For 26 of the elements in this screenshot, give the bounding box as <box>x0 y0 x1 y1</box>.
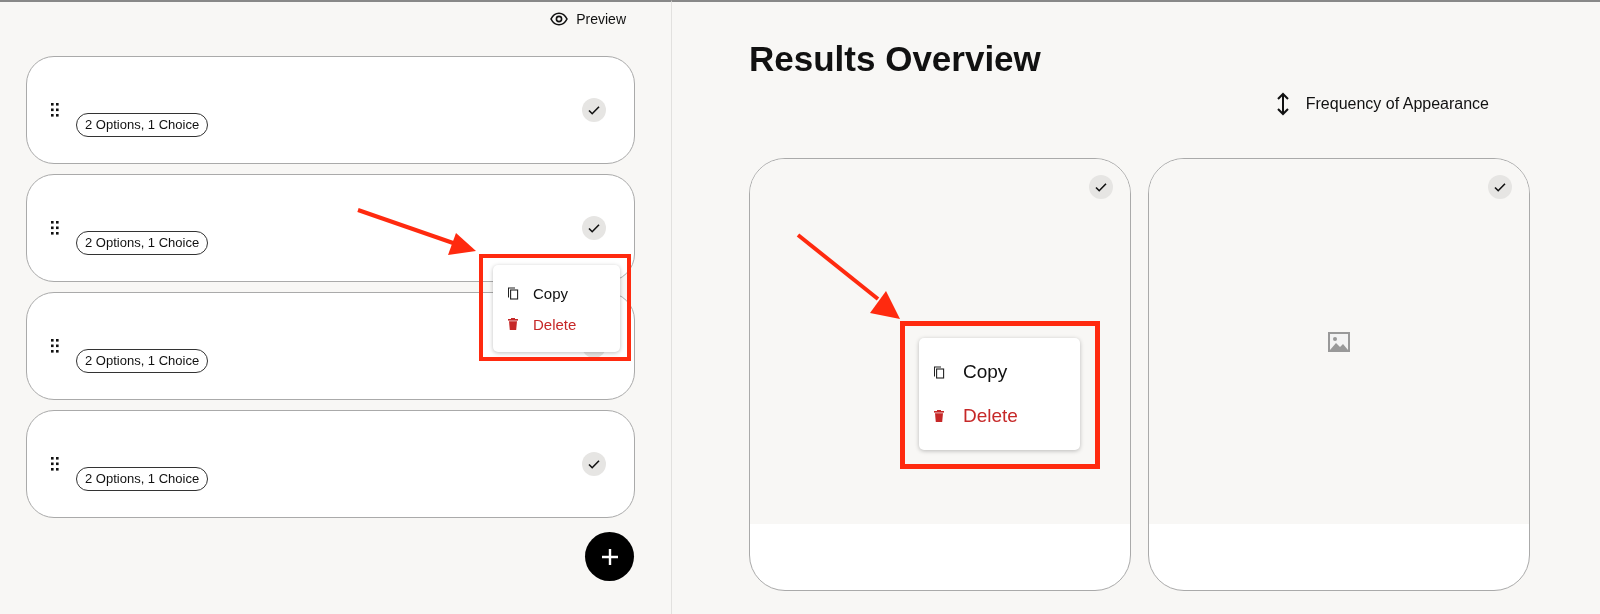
sort-button[interactable]: Frequency of Appearance <box>1275 92 1489 116</box>
sort-icon <box>1275 92 1290 116</box>
drag-handle-icon[interactable] <box>51 339 59 353</box>
copy-menu-item[interactable]: Copy <box>963 361 1008 383</box>
copy-icon <box>507 286 519 300</box>
preview-button[interactable]: Preview <box>550 8 626 30</box>
check-icon[interactable] <box>582 216 606 240</box>
question-card[interactable]: 2 Options, 1 Choice <box>26 410 635 518</box>
check-icon[interactable] <box>582 98 606 122</box>
check-icon[interactable] <box>1488 175 1512 199</box>
check-icon[interactable] <box>582 452 606 476</box>
eye-icon <box>550 12 569 26</box>
question-card[interactable]: 2 Options, 1 Choice <box>26 174 635 282</box>
trash-icon <box>508 318 518 330</box>
drag-handle-icon[interactable] <box>51 221 59 235</box>
question-card[interactable]: 2 Options, 1 Choice <box>26 56 635 164</box>
page-title: Results Overview <box>749 38 1041 80</box>
delete-menu-item[interactable]: Delete <box>533 315 577 333</box>
drag-handle-icon[interactable] <box>51 103 59 117</box>
plus-icon <box>599 546 620 567</box>
trash-icon <box>934 410 944 422</box>
check-icon[interactable] <box>1089 175 1113 199</box>
copy-icon <box>933 365 945 379</box>
delete-menu-item[interactable]: Delete <box>963 405 1018 427</box>
add-button[interactable] <box>585 532 634 581</box>
drag-handle-icon[interactable] <box>51 457 59 471</box>
